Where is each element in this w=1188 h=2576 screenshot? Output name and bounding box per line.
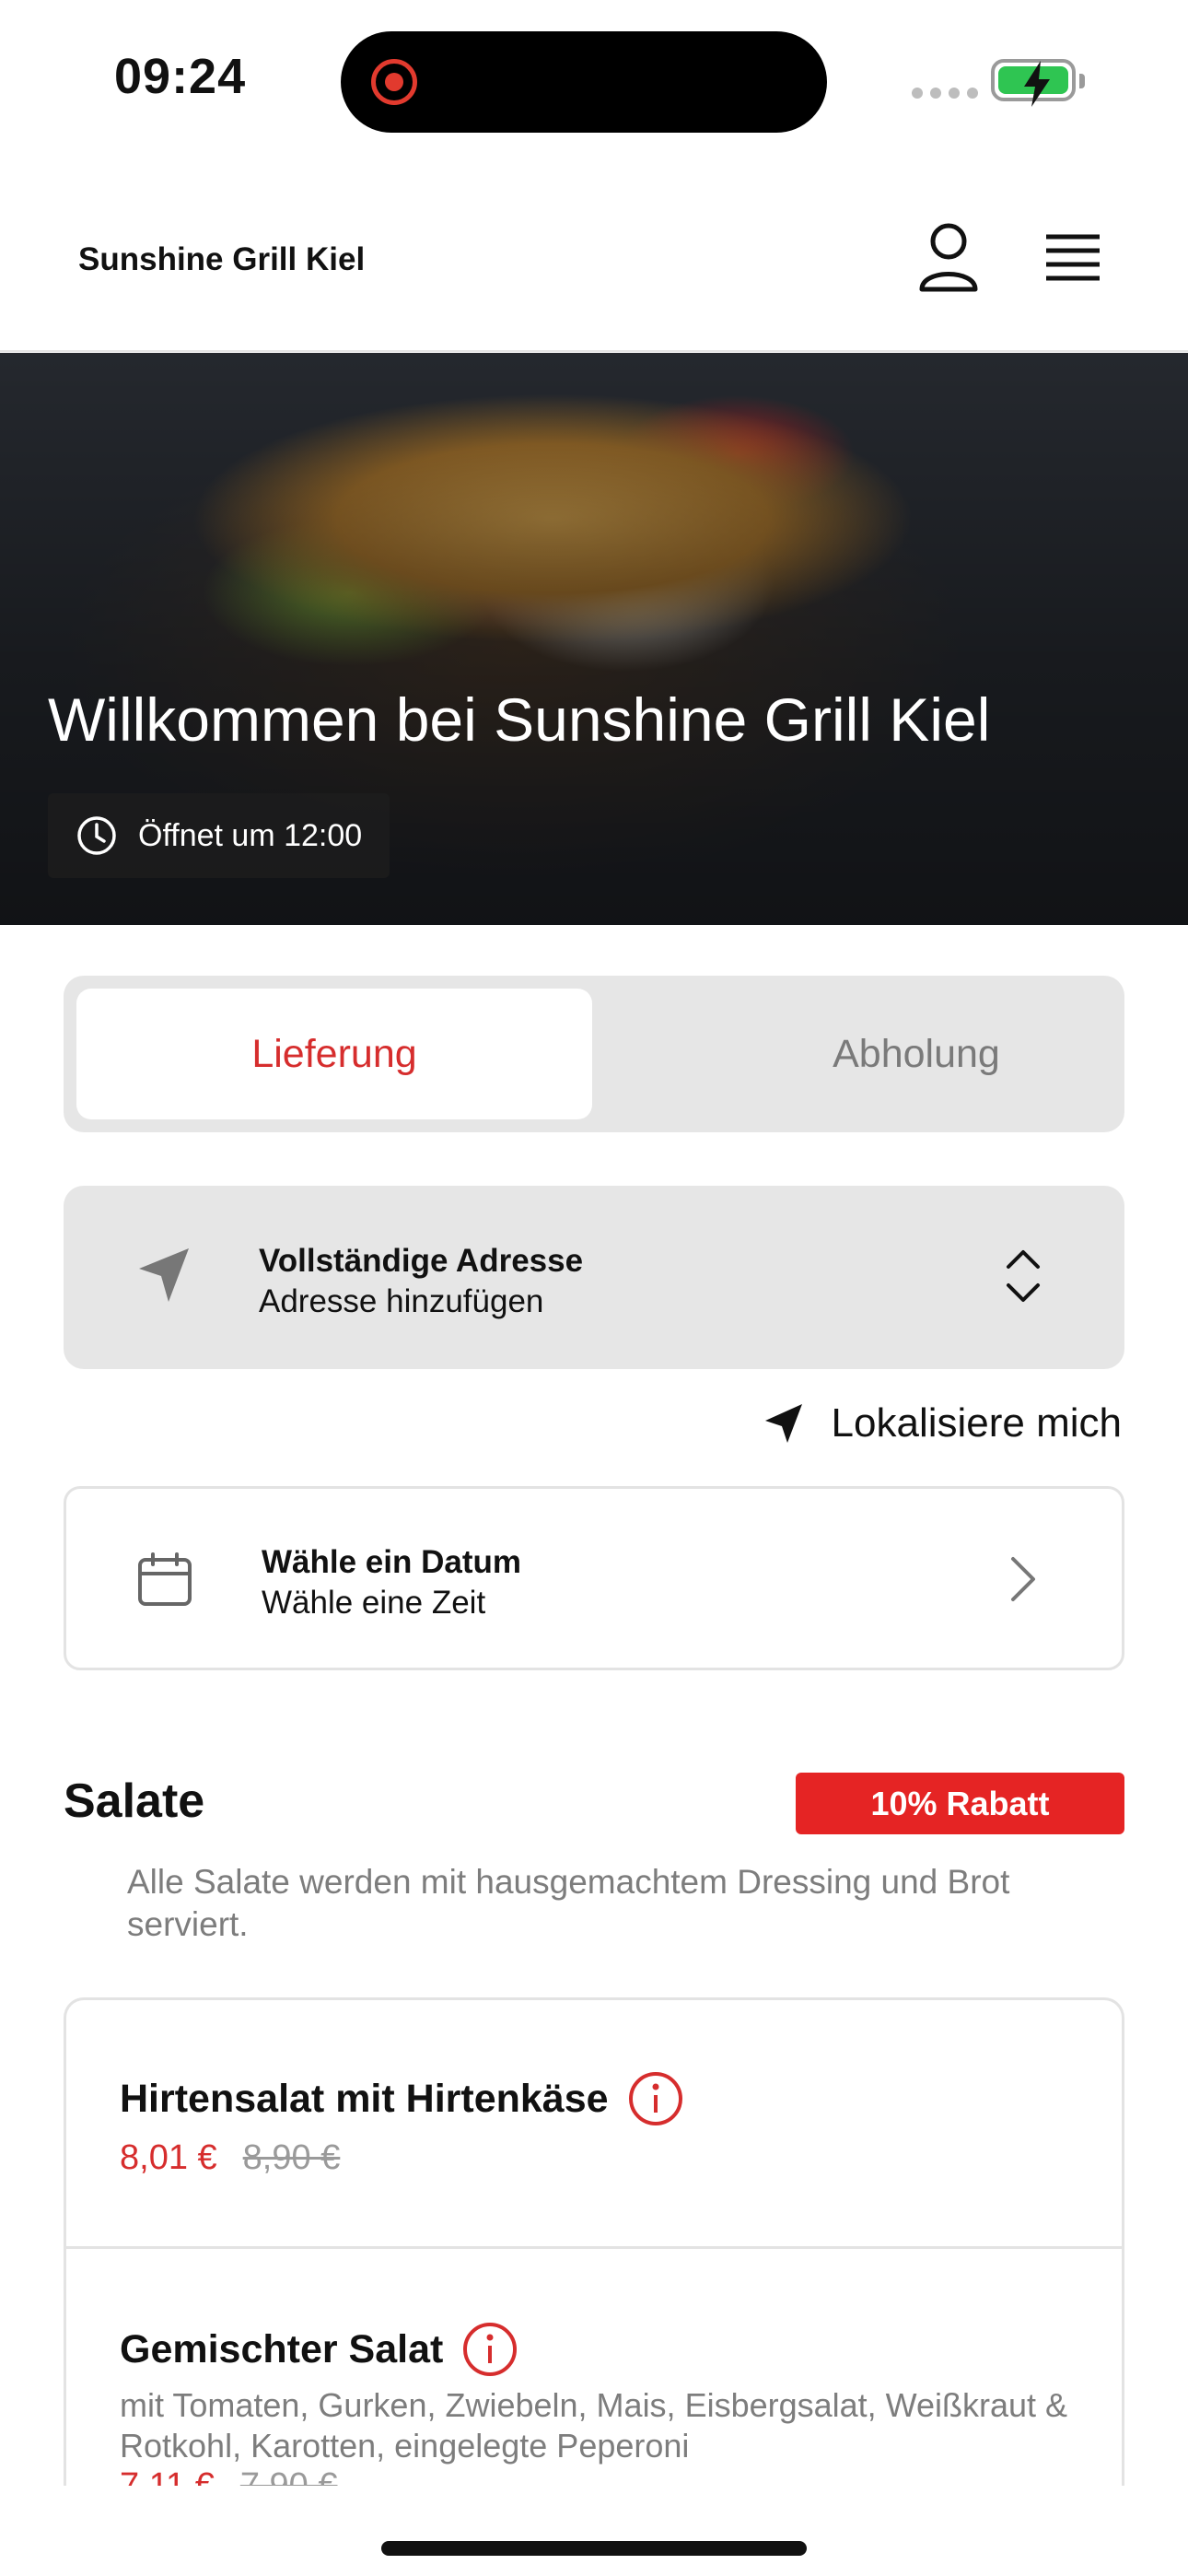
address-selector[interactable]: Vollständige Adresse Adresse hinzufügen [64, 1186, 1124, 1369]
chevron-right-icon [1011, 1557, 1035, 1601]
locate-me-button[interactable]: Lokalisiere mich [763, 1400, 1122, 1446]
navigation-arrow-icon [139, 1248, 189, 1302]
opening-hours-text: Öffnet um 12:00 [138, 817, 363, 853]
product-name: Gemischter Salat [120, 2326, 444, 2371]
user-icon[interactable] [916, 221, 981, 295]
product-item[interactable]: Hirtensalat mit Hirtenkäse 8,01 € 8,90 € [66, 2000, 1122, 2249]
restaurant-name[interactable]: Sunshine Grill Kiel [78, 241, 365, 278]
opening-hours-badge: Öffnet um 12:00 [48, 793, 390, 878]
signal-icon [912, 88, 978, 99]
chevron-up-down-icon [1007, 1250, 1040, 1302]
home-indicator[interactable] [381, 2541, 807, 2556]
discount-badge: 10% Rabatt [796, 1773, 1124, 1834]
product-item[interactable]: Gemischter Salat mit Tomaten, Gurken, Zw… [66, 2249, 1122, 2486]
hero-title: Willkommen bei Sunshine Grill Kiel [48, 685, 991, 754]
battery-icon [991, 59, 1085, 107]
app-header: Sunshine Grill Kiel [0, 175, 1188, 352]
time-subtitle: Wähle eine Zeit [262, 1585, 486, 1621]
product-name: Hirtensalat mit Hirtenkäse [120, 2076, 609, 2121]
info-icon[interactable] [627, 2070, 684, 2127]
product-price: 8,01 € [120, 2138, 217, 2177]
hero-banner: Willkommen bei Sunshine Grill Kiel Öffne… [0, 353, 1188, 925]
product-price: 7,11 € [120, 2466, 215, 2486]
order-mode-switch: Lieferung Abholung [64, 976, 1124, 1132]
locate-me-label: Lokalisiere mich [831, 1400, 1122, 1446]
product-price-row: 7,11 € 7,90 € [120, 2466, 338, 2486]
product-price-row: 8,01 € 8,90 € [120, 2138, 340, 2178]
product-name-row: Hirtensalat mit Hirtenkäse [120, 2070, 684, 2127]
status-time: 09:24 [114, 49, 247, 104]
date-title: Wähle ein Datum [262, 1544, 521, 1580]
status-bar: 09:24 [0, 0, 1188, 157]
section-description: Alle Salate werden mit hausgemachtem Dre… [127, 1863, 1010, 1943]
product-description: mit Tomaten, Gurken, Zwiebeln, Mais, Eis… [120, 2386, 1068, 2465]
tab-pickup[interactable]: Abholung [658, 989, 1174, 1119]
address-title: Vollständige Adresse [259, 1243, 584, 1279]
product-list: Hirtensalat mit Hirtenkäse 8,01 € 8,90 €… [64, 1997, 1124, 2486]
clock-icon [77, 816, 116, 855]
address-subtitle: Adresse hinzufügen [259, 1283, 544, 1319]
hamburger-menu-icon[interactable] [1041, 226, 1105, 290]
info-icon[interactable] [461, 2321, 518, 2378]
date-time-picker[interactable]: Wähle ein Datum Wähle eine Zeit [64, 1486, 1124, 1670]
calendar-icon [138, 1552, 192, 1606]
product-old-price: 8,90 € [242, 2138, 341, 2177]
recording-icon [371, 59, 417, 105]
location-arrow-icon [764, 1404, 802, 1443]
tab-delivery[interactable]: Lieferung [76, 989, 592, 1119]
section-title: Salate [64, 1774, 205, 1828]
dynamic-island [341, 31, 827, 133]
product-name-row: Gemischter Salat [120, 2321, 518, 2378]
product-old-price: 7,90 € [239, 2466, 338, 2486]
